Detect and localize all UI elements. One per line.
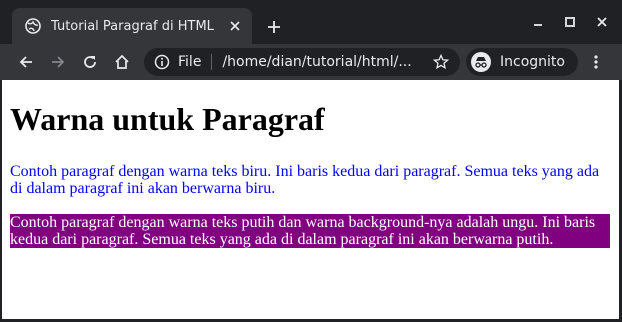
toolbar: File /home/dian/tutorial/html/... Incogn… xyxy=(0,44,622,80)
close-icon[interactable] xyxy=(226,17,244,35)
incognito-label: Incognito xyxy=(500,54,565,70)
globe-icon xyxy=(25,18,41,34)
address-bar[interactable]: File /home/dian/tutorial/html/... xyxy=(144,48,460,76)
page-viewport: Warna untuk Paragraf Contoh paragraf den… xyxy=(2,80,619,319)
browser-window: Tutorial Paragraf di HTML File /home/dia… xyxy=(0,0,622,322)
paragraph-blue: Contoh paragraf dengan warna teks biru. … xyxy=(10,163,600,197)
url-text[interactable]: /home/dian/tutorial/html/... xyxy=(222,54,422,70)
page-content: Warna untuk Paragraf Contoh paragraf den… xyxy=(2,101,619,248)
back-icon[interactable] xyxy=(12,48,40,76)
incognito-icon xyxy=(471,52,491,72)
reload-icon[interactable] xyxy=(76,48,104,76)
info-icon[interactable] xyxy=(154,54,170,70)
home-icon[interactable] xyxy=(108,48,136,76)
minimize-icon[interactable] xyxy=(525,10,551,34)
scheme-label: File xyxy=(178,54,202,70)
plus-icon[interactable] xyxy=(262,15,286,39)
tab-title: Tutorial Paragraf di HTML xyxy=(51,18,214,34)
page-heading: Warna untuk Paragraf xyxy=(10,101,325,137)
tab-active[interactable]: Tutorial Paragraf di HTML xyxy=(12,8,252,44)
window-close-icon[interactable] xyxy=(589,10,615,34)
forward-icon[interactable] xyxy=(44,48,72,76)
maximize-icon[interactable] xyxy=(557,10,583,34)
incognito-indicator[interactable]: Incognito xyxy=(466,48,578,76)
kebab-menu-icon[interactable] xyxy=(584,48,608,76)
star-icon[interactable] xyxy=(432,53,450,71)
tab-strip: Tutorial Paragraf di HTML xyxy=(0,0,622,44)
omnibox-divider xyxy=(211,54,213,70)
paragraph-purple: Contoh paragraf dengan warna teks putih … xyxy=(10,214,610,248)
